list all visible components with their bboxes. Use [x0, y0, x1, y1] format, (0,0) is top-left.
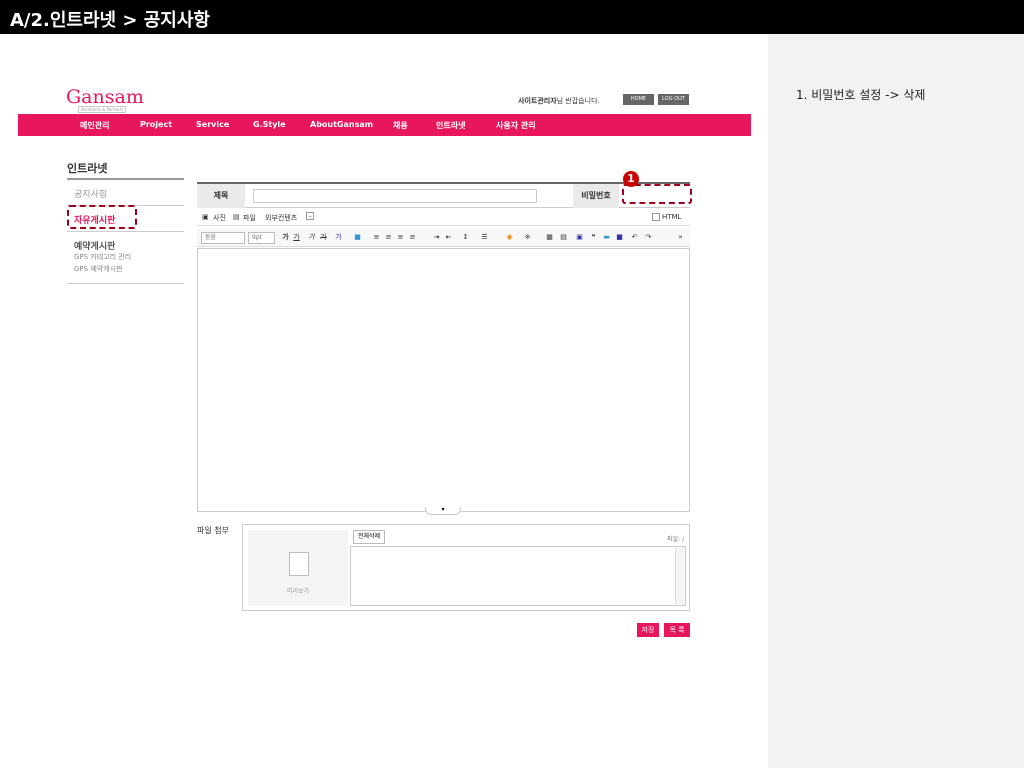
delete-all-button[interactable]: 전체삭제 [353, 530, 386, 544]
password-label: 비밀번호 [573, 184, 619, 208]
link-icon[interactable]: ◉ [505, 233, 514, 242]
line-height-icon[interactable]: ↕ [461, 233, 470, 242]
font-family-select[interactable]: 돋움 [201, 232, 245, 244]
indent-icon[interactable]: ⇥ [432, 233, 441, 242]
annotation-badge: 1 [623, 171, 639, 187]
title-row: 제목 비밀번호 [197, 182, 690, 208]
editor-body[interactable] [197, 248, 690, 512]
table-icon[interactable]: ▦ [545, 233, 554, 242]
align-center-icon[interactable]: ≡ [384, 233, 393, 242]
special-char-icon[interactable]: ※ [523, 233, 532, 242]
sidebar-item-reservation[interactable]: 예약게시판 [74, 239, 115, 252]
save-button[interactable]: 저장 [637, 623, 659, 637]
attach-file-button[interactable]: 파일 [243, 213, 256, 223]
media-icon[interactable]: ▬ [602, 233, 611, 242]
home-button[interactable]: HOME [623, 94, 654, 105]
preview-box: 미리보기 [248, 530, 348, 606]
underline-icon[interactable]: 가 [292, 233, 301, 242]
gansam-logo[interactable]: Gansam [66, 86, 144, 108]
quote-icon[interactable]: ❝ [589, 233, 598, 242]
document-icon [289, 552, 309, 576]
list-button[interactable]: 목 록 [664, 623, 690, 637]
nav-item-main[interactable]: 메인관리 [80, 120, 109, 131]
strike-icon[interactable]: 가 [319, 233, 328, 242]
emoticon-icon[interactable]: ■ [615, 233, 624, 242]
align-justify-icon[interactable]: ≡ [408, 233, 417, 242]
align-right-icon[interactable]: ≡ [396, 233, 405, 242]
html-label: HTML [662, 213, 682, 221]
nav-item-intranet[interactable]: 인트라넷 [436, 120, 465, 131]
bold-icon[interactable]: 가 [281, 233, 290, 242]
title-label: 제목 [197, 184, 245, 208]
divider [67, 178, 184, 180]
font-color-icon[interactable]: 가 [334, 233, 343, 242]
note-item: 1. 비밀번호 설정 -> 삭제 [796, 88, 926, 102]
italic-icon[interactable]: 가 [307, 233, 316, 242]
file-attach-area: 미리보기 전체삭제 파일: / [242, 524, 690, 611]
nav-item-gstyle[interactable]: G.Style [253, 120, 286, 129]
user-greeting: 사이트관리자님 반갑습니다. [518, 96, 600, 106]
outdent-icon[interactable]: ⇤ [444, 233, 453, 242]
logo-subtitle: Architects & Partners [78, 106, 127, 113]
nav-item-project[interactable]: Project [140, 120, 172, 129]
page-title: A/2.인트라넷 > 공지사항 [0, 0, 1024, 34]
redo-icon[interactable]: ↷ [644, 233, 653, 242]
divider [67, 283, 184, 284]
nav-item-service[interactable]: Service [196, 120, 229, 129]
photo-icon[interactable]: ▣ [202, 213, 209, 221]
greeting-text: 님 반갑습니다. [556, 97, 600, 105]
editor-toolbar: 돋움 9pt 가 가 가 가 가 ■ ≡ ≡ ≡ ≡ ⇥ ⇤ ↕ ☰ ◉ ※ ▦… [197, 229, 690, 247]
sidebar-subitem-gps-board[interactable]: GPS 예약게시판 [74, 264, 123, 274]
nav-item-users[interactable]: 사용자 관리 [496, 120, 536, 131]
image-icon[interactable]: ▣ [575, 233, 584, 242]
align-left-icon[interactable]: ≡ [372, 233, 381, 242]
user-name: 사이트관리자 [518, 97, 557, 105]
attach-bar: ▣ 사진 ▤ 파일 외부컨텐츠 ⌄ HTML [197, 210, 690, 226]
annotation-box [67, 205, 137, 229]
divider [67, 231, 184, 232]
notes-panel: 1. 비밀번호 설정 -> 삭제 [768, 34, 1024, 768]
preview-label: 미리보기 [286, 588, 310, 595]
editor-resize-handle[interactable]: ▾ [425, 507, 461, 515]
list-icon[interactable]: ☰ [480, 233, 489, 242]
sidebar-title: 인트라넷 [67, 162, 108, 175]
attach-photo-button[interactable]: 사진 [213, 213, 226, 223]
file-list[interactable] [350, 546, 686, 606]
file-count: 파일: / [667, 536, 684, 543]
nav-item-aboutgansam[interactable]: AboutGansam [310, 120, 373, 129]
file-attach-label: 파일 첨부 [197, 526, 229, 535]
font-size-select[interactable]: 9pt [248, 232, 275, 244]
sidebar-subitem-gps-category[interactable]: GPS 카테고리 관리 [74, 252, 131, 262]
chevron-down-icon[interactable]: ⌄ [306, 212, 315, 220]
scrollbar[interactable] [675, 547, 685, 605]
title-input[interactable] [253, 189, 537, 203]
nav-item-recruit[interactable]: 채용 [393, 120, 408, 131]
undo-icon[interactable]: ↶ [630, 233, 639, 242]
external-content-button[interactable]: 외부컨텐츠 [265, 213, 297, 223]
bg-color-icon[interactable]: ■ [353, 233, 362, 242]
hr-icon[interactable]: ▤ [559, 233, 568, 242]
main-nav: 메인관리 Project Service G.Style AboutGansam… [18, 114, 751, 136]
sidebar-item-notice[interactable]: 공지사항 [74, 187, 107, 200]
annotation-box [622, 184, 692, 204]
logout-button[interactable]: LOG OUT [658, 94, 689, 105]
file-icon[interactable]: ▤ [233, 213, 240, 221]
html-checkbox[interactable] [652, 213, 660, 221]
toolbar-expand-icon[interactable]: » [676, 233, 685, 242]
